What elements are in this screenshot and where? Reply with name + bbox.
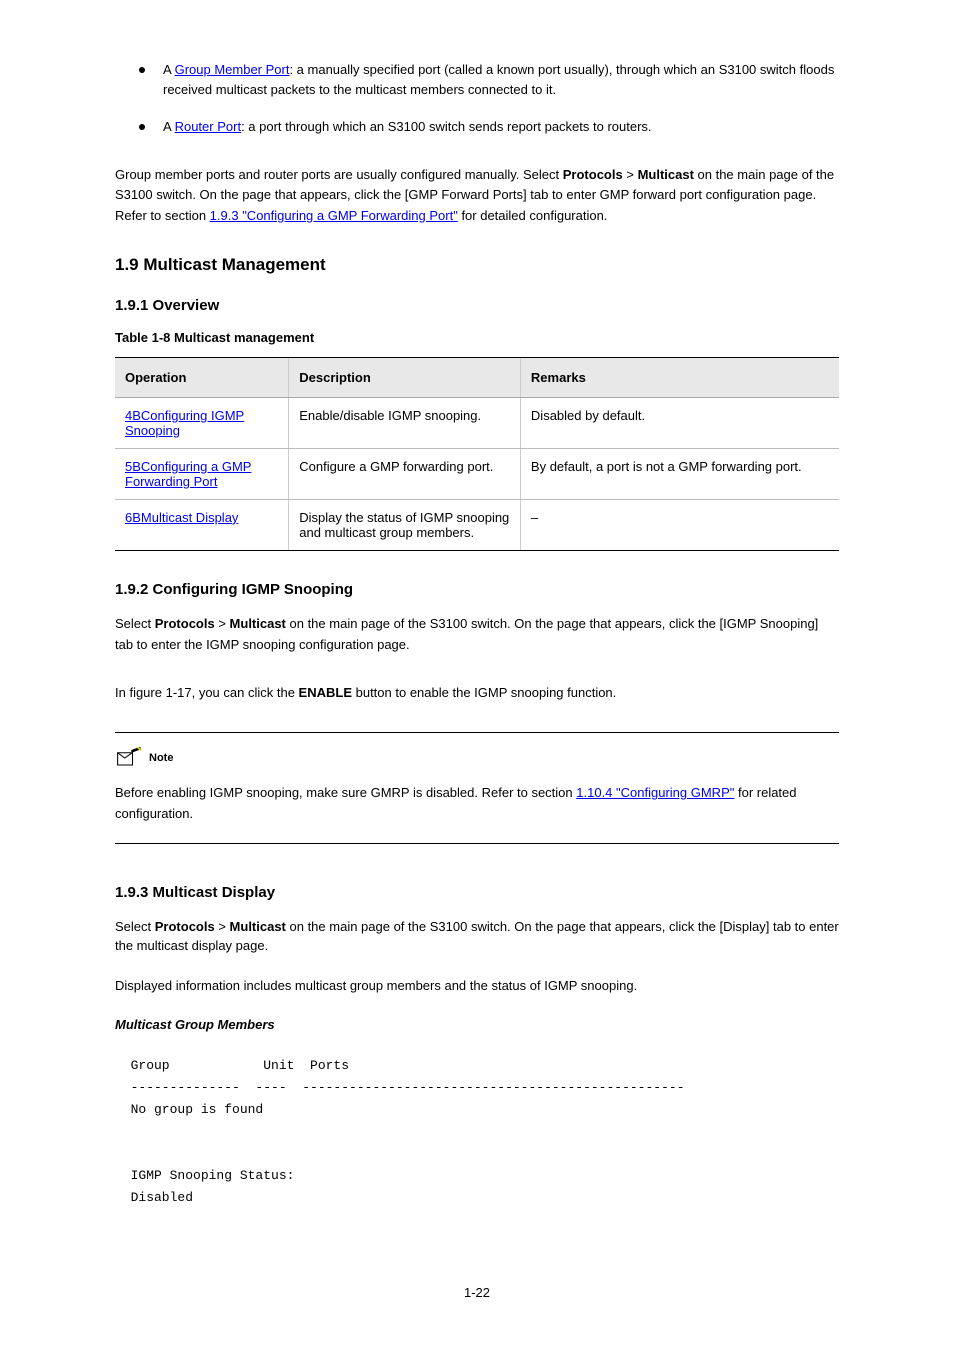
product-ref: S3100	[430, 919, 468, 934]
table-row: 5BConfiguring a GMP Forwarding Port Conf…	[115, 448, 839, 499]
config-paragraph-1: Select Protocols > Multicast on the main…	[115, 614, 839, 656]
link-section-1-9-3-title[interactable]: "Configuring a GMP Forwarding Port"	[242, 208, 458, 223]
menu-path-multicast: Multicast	[230, 616, 286, 631]
bullet-icon	[139, 124, 145, 130]
table-cell: Display the status of IGMP snooping and …	[289, 499, 521, 550]
link-group-member-port[interactable]: Group Member Port	[175, 62, 290, 77]
multicast-group-members-label: Multicast Group Members	[115, 1017, 275, 1032]
multicast-management-table: Operation Description Remarks 4BConfigur…	[115, 357, 839, 551]
note-body: Before enabling IGMP snooping, make sure…	[115, 783, 839, 825]
product-ref: S3100	[430, 616, 468, 631]
enable-button-ref: ENABLE	[299, 685, 352, 700]
table-header-operation: Operation	[115, 357, 289, 397]
config-paragraph-2: In figure 1-17, you can click the ENABLE…	[115, 683, 839, 704]
link-config-igmp-snooping[interactable]: 4BConfiguring IGMP Snooping	[125, 408, 244, 438]
link-section-1-9-3[interactable]: 1.9.3	[210, 208, 243, 223]
table-row: 6BMulticast Display Display the status o…	[115, 499, 839, 550]
bullet-icon	[139, 67, 145, 73]
product-ref: S3100	[388, 119, 426, 134]
link-section-1-10-4-title[interactable]: "Configuring GMRP"	[616, 785, 734, 800]
list-item: A Router Port: a port through which an S…	[115, 117, 839, 137]
section-header-multicast-management: 1.9 Multicast Management	[115, 255, 839, 275]
intro-paragraph: Group member ports and router ports are …	[115, 165, 839, 227]
menu-path-protocols: Protocols	[155, 919, 215, 934]
note-box: Note Before enabling IGMP snooping, make…	[115, 732, 839, 844]
sub-header-overview: 1.9.1 Overview	[115, 297, 839, 314]
list-text: A	[163, 62, 175, 77]
menu-path-protocols: Protocols	[155, 616, 215, 631]
menu-path-protocols: Protocols	[563, 167, 623, 182]
table-header-remarks: Remarks	[520, 357, 839, 397]
link-section-1-10-4[interactable]: 1.10.4	[576, 785, 616, 800]
terminal-output: Group Unit Ports -------------- ---- ---…	[115, 1055, 839, 1210]
table-cell: Disabled by default.	[520, 397, 839, 448]
table-row: 4BConfiguring IGMP Snooping Enable/disab…	[115, 397, 839, 448]
display-paragraph-2: Displayed information includes multicast…	[115, 976, 839, 996]
link-config-gmp-port[interactable]: 5BConfiguring a GMP Forwarding Port	[125, 459, 251, 489]
table-cell: By default, a port is not a GMP forwardi…	[520, 448, 839, 499]
note-icon	[115, 747, 143, 769]
table-header-description: Description	[289, 357, 521, 397]
bullet-list: A Group Member Port: a manually specifie…	[115, 60, 839, 137]
sub-header-multicast-display: 1.9.3 Multicast Display	[115, 884, 839, 901]
menu-path-multicast: Multicast	[230, 919, 286, 934]
note-label: Note	[149, 752, 173, 764]
product-ref: S3100	[719, 62, 757, 77]
table-cell: Configure a GMP forwarding port.	[289, 448, 521, 499]
link-multicast-display[interactable]: 6BMulticast Display	[125, 510, 238, 525]
list-text: : a port through which an	[241, 119, 388, 134]
table-cell: Enable/disable IGMP snooping.	[289, 397, 521, 448]
menu-path-multicast: Multicast	[638, 167, 694, 182]
sub-header-igmp-snooping: 1.9.2 Configuring IGMP Snooping	[115, 581, 839, 598]
product-ref: S3100	[115, 187, 153, 202]
page-number: 1-22	[0, 1285, 954, 1300]
link-router-port[interactable]: Router Port	[175, 119, 241, 134]
table-cell: –	[520, 499, 839, 550]
list-text: A	[163, 119, 175, 134]
list-text: switch sends report packets to routers.	[429, 119, 652, 134]
list-item: A Group Member Port: a manually specifie…	[115, 60, 839, 99]
list-text: : a manually specified port (called a kn…	[289, 62, 718, 77]
table-caption: Table 1-8 Multicast management	[115, 330, 839, 345]
display-paragraph-1: Select Protocols > Multicast on the main…	[115, 917, 839, 956]
